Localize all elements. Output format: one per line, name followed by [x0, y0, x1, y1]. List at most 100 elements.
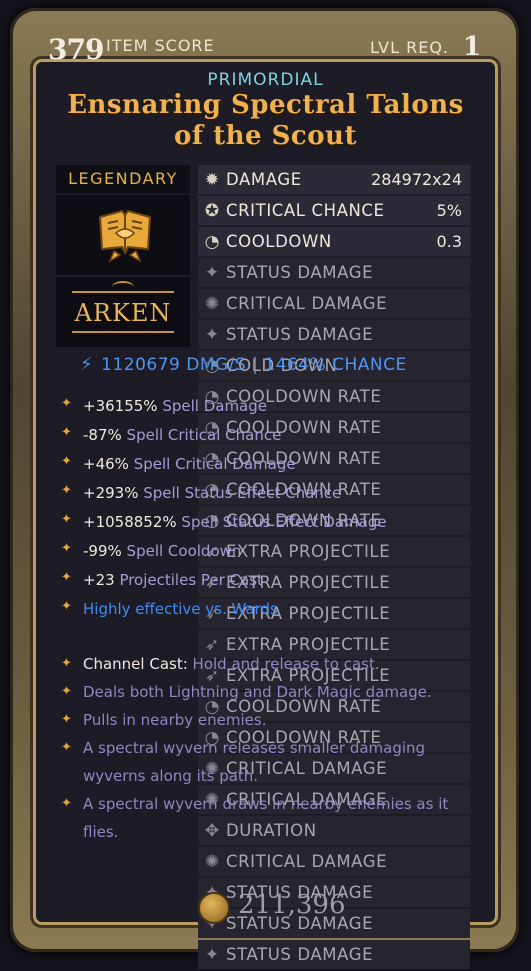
dps-chance: 1464% CHANCE — [264, 355, 407, 375]
affix-desc: Spell Status Effect Damage — [181, 513, 387, 531]
star-bullet-icon: ✦ — [61, 599, 72, 614]
status-icon: ✦ — [204, 324, 220, 345]
crit-chance-icon: ✪ — [204, 200, 220, 221]
affix-value: +36155% — [83, 397, 158, 415]
dps-line: ⚡ 1120679 DMG/S | 1464% CHANCE — [80, 354, 407, 375]
passive-text: Deals both Lightning and Dark Magic dama… — [83, 683, 432, 701]
passive-text: A spectral wyvern draws in nearby enemie… — [83, 795, 449, 841]
spellbook-icon — [98, 209, 152, 263]
stat-row: ◔ COOLDOWN 0.3 — [198, 227, 470, 256]
affix-item: ✦ +1058852% Spell Status Effect Damage — [58, 509, 458, 538]
level-requirement-value: 1 — [463, 32, 482, 62]
stat-value: 5% — [436, 201, 462, 220]
affix-text: +36155% Spell Damage — [83, 397, 267, 415]
star-bullet-icon: ✦ — [61, 656, 72, 671]
star-bullet-icon: ✦ — [61, 512, 72, 527]
stat-name: STATUS DAMAGE — [226, 263, 374, 282]
level-requirement-label: LVL REQ. — [370, 38, 450, 57]
rarity-label: LEGENDARY — [56, 165, 190, 193]
star-bullet-icon: ✦ — [61, 454, 72, 469]
stat-name: CRITICAL DAMAGE — [226, 294, 388, 313]
passive-item: ✦ A spectral wyvern releases smaller dama… — [58, 734, 458, 790]
passive-item: ✦ A spectral wyvern draws in nearby enemi… — [58, 790, 458, 846]
affix-value: +1058852% — [83, 513, 177, 531]
crit-damage-icon: ✺ — [204, 293, 220, 314]
stat-row: ✦ STATUS DAMAGE — [198, 258, 470, 287]
stat-value: 0.3 — [436, 232, 462, 251]
stat-name: COOLDOWN — [226, 232, 332, 251]
stat-row: ✺ CRITICAL DAMAGE — [198, 289, 470, 318]
item-tier: PRIMORDIAL — [207, 70, 324, 90]
stat-row: ✪ CRITICAL CHANCE 5% — [198, 196, 470, 225]
passive-item: ✦ Channel Cast: Hold and release to cast. — [58, 650, 458, 678]
stat-value: 284972x24 — [371, 170, 462, 189]
stat-name: CRITICAL CHANCE — [226, 201, 385, 220]
status-icon: ✦ — [204, 262, 220, 283]
lightning-icon: ⚡ — [80, 354, 94, 375]
affix-value: -99% — [83, 542, 122, 560]
item-info-panel: LEGENDARY ARKEN — [56, 165, 192, 350]
gold-coin-icon — [198, 892, 230, 924]
star-bullet-icon: ✦ — [61, 541, 72, 556]
passive-list: ✦ Channel Cast: Hold and release to cast.… — [58, 650, 458, 846]
stat-row: ✺ CRITICAL DAMAGE — [198, 847, 470, 876]
dps-separator: | — [252, 355, 259, 375]
item-score-label: ITEM SCORE — [106, 36, 215, 55]
affix-list: ✦ +36155% Spell Damage ✦ -87% Spell Critica… — [58, 393, 458, 625]
passive-text: Pulls in nearby enemies. — [83, 711, 267, 729]
affix-desc: Spell Damage — [162, 397, 267, 415]
affix-item: ✦ +46% Spell Critical Damage — [58, 451, 458, 480]
item-icon-box — [56, 195, 190, 275]
brand-name: ARKEN — [74, 299, 172, 327]
star-bullet-icon: ✦ — [61, 740, 72, 755]
item-score-value: 379 — [48, 33, 104, 66]
passive-item: ✦ Pulls in nearby enemies. — [58, 706, 458, 734]
status-icon: ✦ — [204, 944, 220, 965]
affix-value: Highly effective vs. Wards — [83, 600, 278, 618]
gold-amount: 211,396 — [238, 890, 346, 920]
brand-line-top — [72, 291, 174, 293]
stat-name: CRITICAL DAMAGE — [226, 852, 388, 871]
affix-item: ✦ -87% Spell Critical Chance — [58, 422, 458, 451]
crit-damage-icon: ✺ — [204, 851, 220, 872]
stat-name: STATUS DAMAGE — [226, 325, 374, 344]
affix-item: ✦ Highly effective vs. Wards — [58, 596, 458, 625]
brand-box: ARKEN — [56, 277, 190, 347]
stat-row: ✦ STATUS DAMAGE — [198, 940, 470, 969]
affix-value: +23 — [83, 571, 115, 589]
star-bullet-icon: ✦ — [61, 425, 72, 440]
stat-name: STATUS DAMAGE — [226, 945, 374, 964]
affix-item: ✦ +23 Projectiles Per Cast — [58, 567, 458, 596]
damage-icon: ✹ — [204, 169, 220, 190]
affix-text: -99% Spell Cooldown — [83, 542, 241, 560]
affix-desc: Projectiles Per Cast — [119, 571, 263, 589]
affix-desc: Spell Cooldown — [126, 542, 242, 560]
affix-desc: Spell Critical Damage — [133, 455, 296, 473]
affix-value: +46% — [83, 455, 129, 473]
cooldown-icon: ◔ — [204, 231, 220, 252]
stat-row: ✦ STATUS DAMAGE — [198, 320, 470, 349]
dps-value: 1120679 DMG/S — [101, 355, 247, 375]
affix-item: ✦ +36155% Spell Damage — [58, 393, 458, 422]
passive-text: A spectral wyvern releases smaller damag… — [83, 739, 426, 785]
brand-line-bottom — [72, 331, 174, 333]
sell-value: 211,396 — [198, 890, 398, 924]
affix-text: +46% Spell Critical Damage — [83, 455, 296, 473]
star-bullet-icon: ✦ — [61, 396, 72, 411]
affix-value: -87% — [83, 426, 122, 444]
affix-item: ✦ +293% Spell Status Effect Chance — [58, 480, 458, 509]
item-name: Ensnaring Spectral Talons of the Scout — [67, 90, 464, 151]
affix-text: -87% Spell Critical Chance — [83, 426, 281, 444]
star-bullet-icon: ✦ — [61, 712, 72, 727]
stat-row: ✹ DAMAGE 284972x24 — [198, 165, 470, 194]
affix-text: +23 Projectiles Per Cast — [83, 571, 263, 589]
affix-desc: Spell Critical Chance — [126, 426, 282, 444]
affix-item: ✦ -99% Spell Cooldown — [58, 538, 458, 567]
affix-text: +1058852% Spell Status Effect Damage — [83, 513, 387, 531]
passive-heading: Channel Cast: — [83, 655, 188, 673]
affix-text: +293% Spell Status Effect Chance — [83, 484, 341, 502]
star-bullet-icon: ✦ — [61, 570, 72, 585]
star-bullet-icon: ✦ — [61, 796, 72, 811]
passive-text: Hold and release to cast. — [192, 655, 380, 673]
affix-desc: Spell Status Effect Chance — [143, 484, 342, 502]
